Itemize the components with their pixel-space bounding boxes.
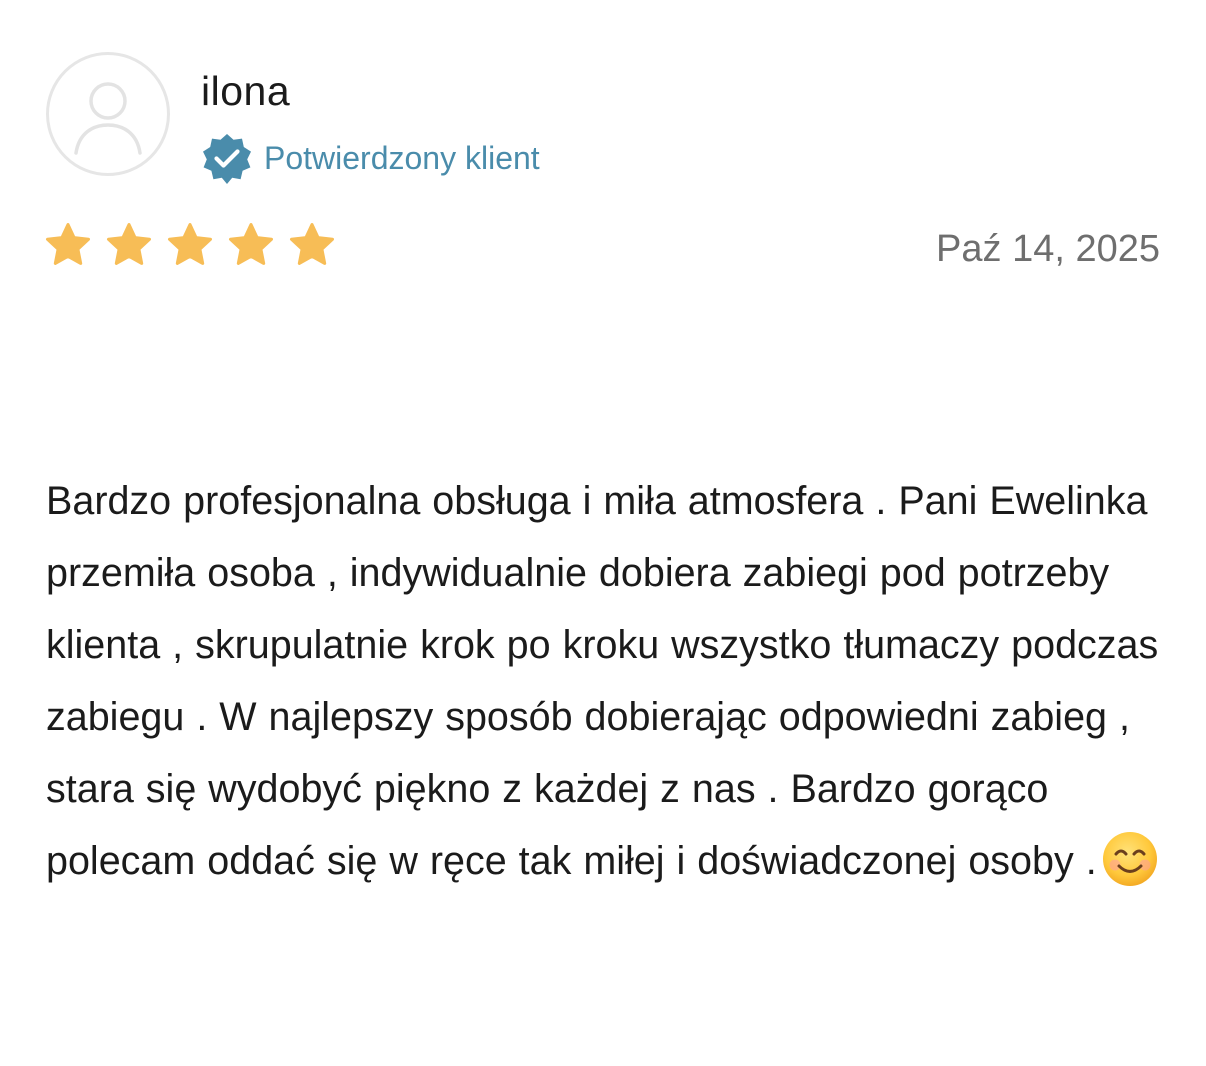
user-placeholder-icon bbox=[74, 82, 142, 155]
star-icon bbox=[107, 223, 151, 265]
review-text: Bardzo profesjonalna obsługa i miła atmo… bbox=[46, 479, 1159, 883]
verified-customer: Potwierdzony klient bbox=[201, 132, 540, 184]
star-icon bbox=[168, 223, 212, 265]
review-date: Paź 14, 2025 bbox=[936, 228, 1160, 270]
avatar bbox=[46, 52, 170, 176]
smiling-face-icon bbox=[1101, 830, 1159, 888]
review-body: Bardzo profesjonalna obsługa i miła atmo… bbox=[46, 465, 1176, 897]
star-icon bbox=[290, 223, 334, 265]
star-icon bbox=[229, 223, 273, 265]
verified-label: Potwierdzony klient bbox=[264, 140, 540, 176]
star-icon bbox=[46, 223, 90, 265]
star-rating bbox=[44, 221, 336, 269]
reviewer-name: ilona bbox=[201, 68, 291, 114]
verified-badge-icon bbox=[203, 134, 251, 184]
review-card: ilona Potwierdzony klient Paź 14, 2025 B… bbox=[0, 0, 1206, 1066]
